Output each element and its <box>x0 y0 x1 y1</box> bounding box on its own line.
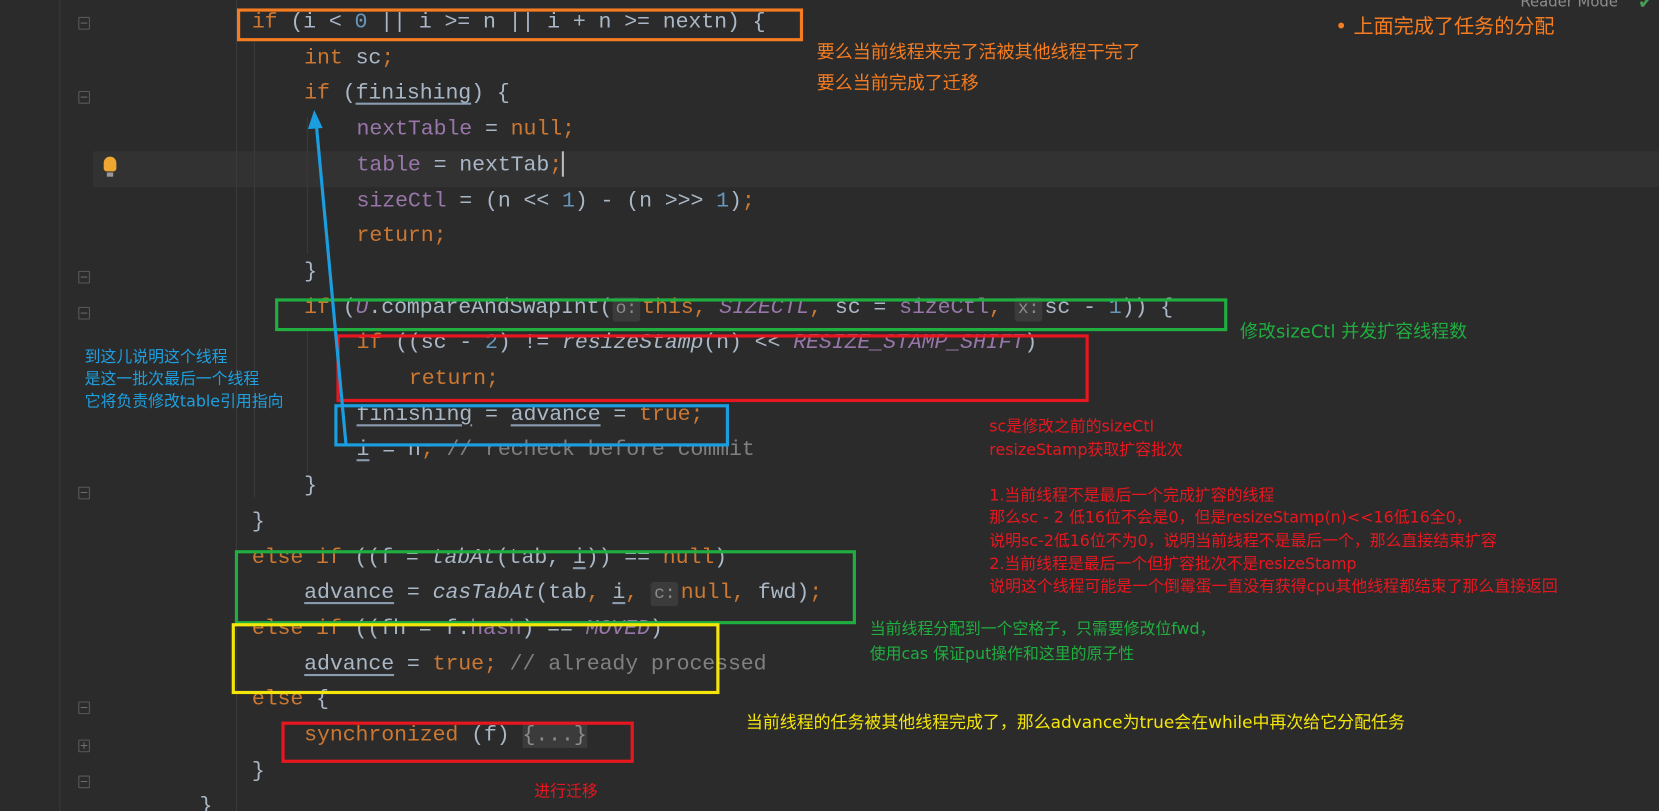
annotation-line: 当前线程分配到一个空格子，只需要修改位fwd， <box>869 618 1216 638</box>
annotation-line: 2.当前线程是最后一个但扩容批次不是resizeStamp <box>989 553 1357 573</box>
blue-arrow-head-icon <box>307 110 323 130</box>
annotation-red: sc是修改之前的sizeCtl resizeStamp获取扩容批次 1.当前线程不是… <box>989 416 1557 599</box>
green-highlight-box-empty <box>234 550 856 625</box>
red-highlight-box-sync <box>281 721 634 763</box>
annotation-yellow: 当前线程的任务被其他线程完成了，那么advance为true会在while中再次… <box>745 712 1405 733</box>
annotation-line <box>989 462 1557 485</box>
annotation-line: 1.当前线程不是最后一个完成扩容的线程 <box>989 485 1275 505</box>
annotation-line: 说明sc-2低16位不为0，说明当前线程不是最后一个，那么直接结束扩容 <box>989 531 1497 551</box>
annotation-migrate: 进行迁移 <box>534 781 598 801</box>
annotation-line: resizeStamp获取扩容批次 <box>989 439 1183 459</box>
annotation-line: 说明这个线程可能是一个倒霉蛋一直没有获得cpu其他线程都结束了那么直接返回 <box>989 576 1558 596</box>
annotation-line: sc是修改之前的sizeCtl <box>989 416 1154 436</box>
yellow-highlight-box <box>231 623 720 695</box>
blue-arrow-line <box>314 124 348 445</box>
annotation-green-empty: 当前线程分配到一个空格子，只需要修改位fwd， 使用cas 保证put操作和这里的… <box>870 616 1216 667</box>
annotation-line: 那么sc - 2 低16位不会是0，但是resizeStamp(n)<<16低1… <box>989 508 1472 528</box>
editor[interactable]: − − − − − − + − if (i < 0 || i >= n || i… <box>0 0 1659 811</box>
annotation-line: 使用cas 保证put操作和这里的原子性 <box>869 644 1135 664</box>
